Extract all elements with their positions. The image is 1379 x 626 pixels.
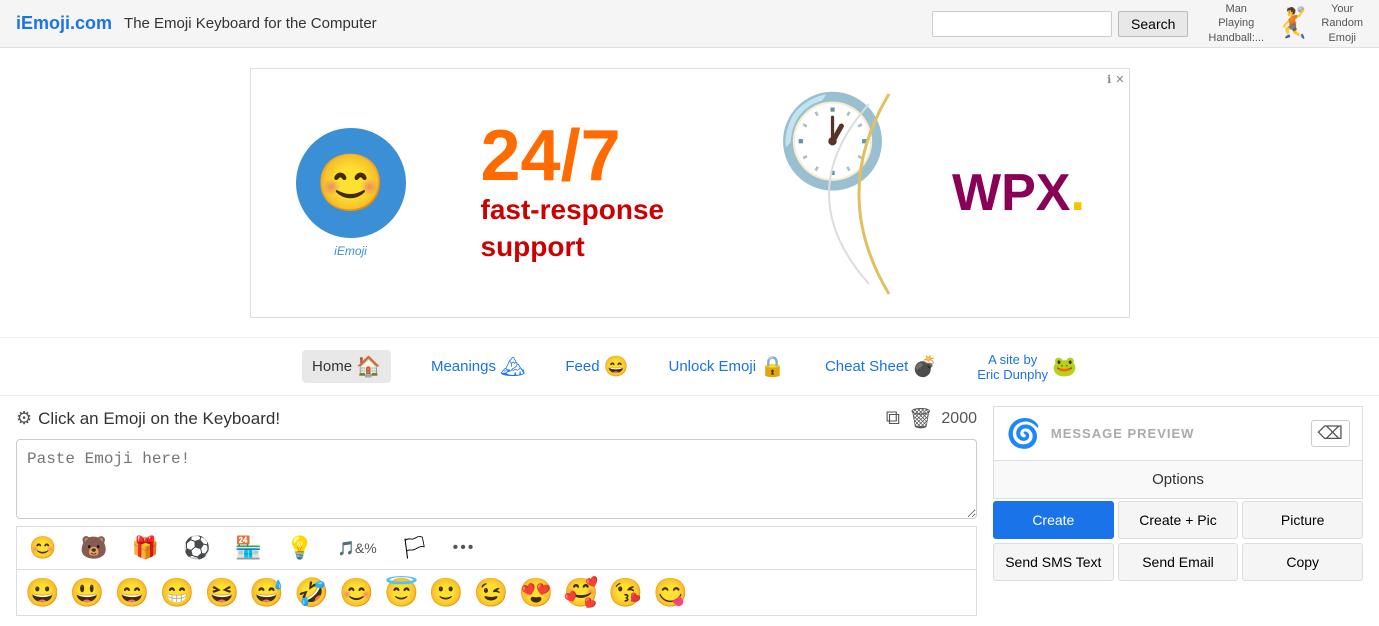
- emoji-grinning[interactable]: 😀: [21, 574, 64, 611]
- nav-cheatsheet-label: Cheat Sheet: [825, 358, 908, 375]
- tagline: The Emoji Keyboard for the Computer: [124, 15, 377, 32]
- emoji-heart-eyes[interactable]: 😍: [515, 574, 558, 611]
- trash-icon[interactable]: 🗑: [908, 406, 933, 431]
- ad-arc: [749, 84, 909, 304]
- nav-meanings-emoji: 🏔: [500, 354, 525, 379]
- options-button[interactable]: Options: [993, 460, 1363, 499]
- nav-cheatsheet-emoji: 💣: [912, 354, 937, 379]
- ad-banner: 😊 iEmoji 24/7 fast-response support 🕐 WP…: [0, 48, 1379, 338]
- nav-home-emoji: 🏠: [356, 354, 381, 379]
- nav: Home 🏠 Meanings 🏔 Feed 😄 Unlock Emoji 🔒 …: [0, 338, 1379, 396]
- copy-screen-icon[interactable]: ⧉: [886, 407, 900, 430]
- emoji-rofl[interactable]: 🤣: [290, 574, 333, 611]
- emoji-slightly-smiling[interactable]: 🙂: [425, 574, 468, 611]
- search-button[interactable]: Search: [1118, 11, 1188, 37]
- emoji-grid: 😀 😃 😄 😁 😆 😅 🤣 😊 😇 🙂 😉 😍 🥰 😘 😋: [16, 569, 977, 616]
- emoji-tab-buildings[interactable]: 🏪: [233, 533, 264, 563]
- picture-button[interactable]: Picture: [1242, 501, 1363, 539]
- emoji-yum[interactable]: 😋: [649, 574, 692, 611]
- nav-meanings[interactable]: Meanings 🏔: [431, 354, 525, 379]
- spiral-icon: 🌀: [1006, 417, 1041, 450]
- copy-button[interactable]: Copy: [1242, 543, 1363, 581]
- ad-logo: 😊 iEmoji: [251, 108, 451, 278]
- emoji-tab-more[interactable]: •••: [451, 537, 478, 559]
- emoji-kissing-heart[interactable]: 😘: [604, 574, 647, 611]
- settings-icon[interactable]: ⚙: [16, 408, 32, 429]
- nav-siteby-label: A site by Eric Dunphy: [977, 352, 1048, 382]
- emoji-smile[interactable]: 😄: [111, 574, 154, 611]
- keyboard-area: ⚙ Click an Emoji on the Keyboard! ⧉ 🗑 20…: [16, 406, 977, 616]
- nav-siteby-emoji: 🐸: [1052, 354, 1077, 379]
- nav-site-by[interactable]: A site by Eric Dunphy 🐸: [977, 352, 1077, 382]
- char-count: 2000: [941, 410, 977, 428]
- emoji-textarea[interactable]: [16, 439, 977, 519]
- header-right: Man Playing Handball:... 🤾 Your Random E…: [1208, 2, 1363, 45]
- ad-wpx-area: WPX.: [909, 163, 1129, 223]
- emoji-tab-objects[interactable]: 💡: [284, 533, 315, 563]
- nav-feed-emoji: 😄: [604, 354, 629, 379]
- backspace-icon[interactable]: ⌫: [1311, 420, 1350, 447]
- ad-wpx-text: WPX.: [952, 163, 1085, 223]
- message-preview-label: MESSAGE PREVIEW: [1051, 426, 1195, 441]
- nav-unlock-emoji: 🔒: [760, 354, 785, 379]
- preview-header: 🌀 MESSAGE PREVIEW ⌫: [993, 406, 1363, 460]
- random-emoji-text: Your Random Emoji: [1321, 2, 1363, 45]
- nav-feed-label: Feed: [565, 358, 599, 375]
- search-input[interactable]: [932, 11, 1112, 37]
- emoji-tab-sports[interactable]: ⚽: [181, 533, 212, 563]
- nav-unlock-label: Unlock Emoji: [669, 358, 757, 375]
- emoji-smiley[interactable]: 😃: [66, 574, 109, 611]
- emoji-blush[interactable]: 😊: [335, 574, 378, 611]
- send-row: Send SMS Text Send Email Copy: [993, 543, 1363, 581]
- keyboard-toolbar: ⚙ Click an Emoji on the Keyboard! ⧉ 🗑 20…: [16, 406, 977, 431]
- main-content: ⚙ Click an Emoji on the Keyboard! ⧉ 🗑 20…: [0, 396, 1379, 626]
- send-email-button[interactable]: Send Email: [1118, 543, 1239, 581]
- create-pic-button[interactable]: Create + Pic: [1118, 501, 1239, 539]
- ad-info-icon[interactable]: ℹ: [1107, 73, 1111, 86]
- handball-text: Man Playing Handball:...: [1208, 2, 1264, 45]
- nav-unlock[interactable]: Unlock Emoji 🔒: [669, 354, 785, 379]
- create-button[interactable]: Create: [993, 501, 1114, 539]
- toolbar-right: ⧉ 🗑 2000: [886, 406, 977, 431]
- emoji-laughing[interactable]: 😆: [201, 574, 244, 611]
- random-emoji-icon: 🤾: [1274, 6, 1311, 41]
- nav-meanings-label: Meanings: [431, 358, 496, 375]
- emoji-innocent[interactable]: 😇: [380, 574, 423, 611]
- emoji-tab-gifts[interactable]: 🎁: [130, 533, 161, 563]
- emoji-tab-animals[interactable]: 🐻: [78, 533, 109, 563]
- emoji-tab-symbols[interactable]: 🎵&%: [335, 538, 378, 559]
- ad-close-icon[interactable]: ✕: [1115, 73, 1124, 86]
- nav-feed[interactable]: Feed 😄: [565, 354, 628, 379]
- logo-link[interactable]: iEmoji.com: [16, 13, 112, 34]
- nav-home-label: Home: [312, 358, 352, 375]
- action-row: Create Create + Pic Picture: [993, 501, 1363, 539]
- search-area: Search: [932, 11, 1188, 37]
- emoji-tabs: 😊 🐻 🎁 ⚽ 🏪 💡 🎵&% 🏳 •••: [16, 526, 977, 569]
- click-instruction: Click an Emoji on the Keyboard!: [38, 409, 886, 429]
- emoji-grin[interactable]: 😁: [156, 574, 199, 611]
- header: iEmoji.com The Emoji Keyboard for the Co…: [0, 0, 1379, 48]
- send-sms-button[interactable]: Send SMS Text: [993, 543, 1114, 581]
- right-panel: 🌀 MESSAGE PREVIEW ⌫ Options Create Creat…: [993, 406, 1363, 616]
- emoji-tab-flags[interactable]: 🏳: [399, 533, 431, 563]
- emoji-smiling-hearts[interactable]: 🥰: [560, 574, 603, 611]
- ad-logo-text: iEmoji: [334, 244, 367, 258]
- ad-inner: 😊 iEmoji 24/7 fast-response support 🕐 WP…: [250, 68, 1130, 318]
- nav-cheatsheet[interactable]: Cheat Sheet 💣: [825, 354, 937, 379]
- emoji-wink[interactable]: 😉: [470, 574, 513, 611]
- emoji-tab-smileys[interactable]: 😊: [27, 533, 58, 563]
- ad-info-close: ℹ ✕: [1107, 73, 1124, 86]
- ad-logo-circle: 😊: [296, 128, 406, 238]
- emoji-sweat-smile[interactable]: 😅: [245, 574, 288, 611]
- nav-home[interactable]: Home 🏠: [302, 350, 391, 383]
